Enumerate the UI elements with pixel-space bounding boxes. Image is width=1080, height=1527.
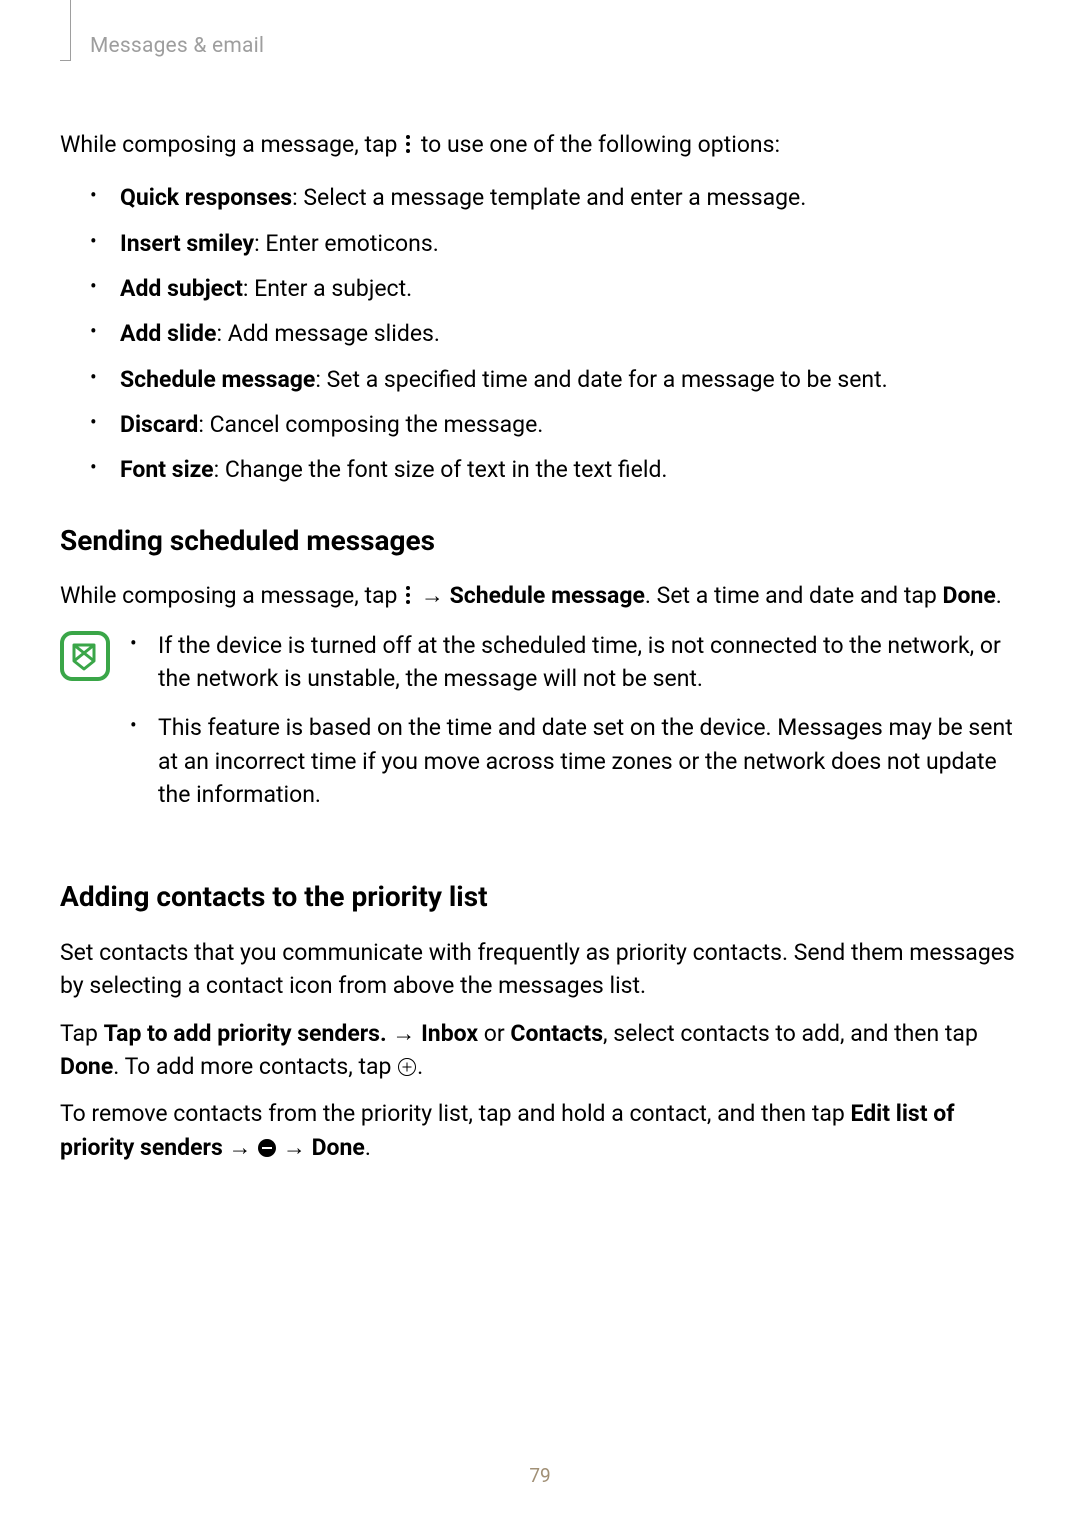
list-item: Add subject: Enter a subject. — [60, 272, 1020, 305]
p2-inbox-label: Inbox — [421, 1020, 478, 1047]
option-desc: : Select a message template and enter a … — [292, 184, 806, 211]
p2-prefix: Tap — [60, 1020, 104, 1047]
list-item: Discard: Cancel composing the message. — [60, 408, 1020, 441]
p3-end: . — [365, 1134, 371, 1161]
add-circle-icon — [397, 1057, 417, 1077]
priority-p1: Set contacts that you communicate with f… — [60, 936, 1020, 1003]
intro-prefix: While composing a message, tap — [60, 131, 403, 158]
p2-or: or — [478, 1020, 510, 1047]
option-label: Insert smiley — [120, 230, 254, 257]
option-desc: : Add message slides. — [216, 320, 440, 347]
p2-mid2: . To add more contacts, tap — [113, 1053, 397, 1080]
header-corner-mark — [60, 0, 71, 61]
list-item: Insert smiley: Enter emoticons. — [60, 227, 1020, 260]
section-header: Messages & email — [90, 34, 1020, 58]
priority-p3: To remove contacts from the priority lis… — [60, 1097, 1020, 1164]
arrow-text: → — [223, 1134, 257, 1161]
scheduled-paragraph: While composing a message, tap → Schedul… — [60, 579, 1020, 612]
heading-scheduled: Sending scheduled messages — [60, 521, 1020, 562]
option-desc: : Change the font size of text in the te… — [214, 456, 668, 483]
list-item: Add slide: Add message slides. — [60, 317, 1020, 350]
p2-contacts-label: Contacts — [510, 1020, 603, 1047]
option-desc: : Enter emoticons. — [254, 230, 439, 257]
scheduled-line-prefix: While composing a message, tap — [60, 582, 403, 609]
intro-paragraph: While composing a message, tap to use on… — [60, 128, 1020, 161]
note-item: If the device is turned off at the sched… — [126, 629, 1020, 696]
option-desc: : Set a specified time and date for a me… — [315, 366, 887, 393]
note-item: This feature is based on the time and da… — [126, 711, 1020, 811]
more-options-icon — [405, 579, 413, 612]
option-desc: : Enter a subject. — [243, 275, 412, 302]
option-label: Add subject — [120, 275, 243, 302]
option-label: Schedule message — [120, 366, 315, 393]
arrow-text: → — [415, 582, 449, 609]
p3-prefix: To remove contacts from the priority lis… — [60, 1100, 850, 1127]
scheduled-line-end: . — [996, 582, 1002, 609]
p2-done-label: Done — [60, 1053, 113, 1080]
more-options-icon — [405, 128, 413, 161]
p3-done-label: Done — [312, 1134, 365, 1161]
arrow-text: → — [387, 1020, 421, 1047]
option-label: Quick responses — [120, 184, 292, 211]
list-item: Schedule message: Set a specified time a… — [60, 363, 1020, 396]
intro-suffix: to use one of the following options: — [415, 131, 780, 158]
page-number: 79 — [0, 1464, 1080, 1487]
note-icon — [60, 631, 110, 681]
option-label: Discard — [120, 411, 198, 438]
option-label: Font size — [120, 456, 214, 483]
options-list: Quick responses: Select a message templa… — [60, 181, 1020, 486]
remove-circle-icon — [257, 1138, 277, 1158]
option-desc: : Cancel composing the message. — [198, 411, 543, 438]
done-label: Done — [943, 582, 996, 609]
option-label: Add slide — [120, 320, 216, 347]
p2-tap-label: Tap to add priority senders. — [104, 1020, 387, 1047]
arrow-text: → — [277, 1134, 311, 1161]
schedule-message-label: Schedule message — [450, 582, 645, 609]
list-item: Quick responses: Select a message templa… — [60, 181, 1020, 214]
p2-end: . — [417, 1053, 423, 1080]
p2-mid: , select contacts to add, and then tap — [603, 1020, 978, 1047]
scheduled-line-mid: . Set a time and date and tap — [645, 582, 943, 609]
note-list: If the device is turned off at the sched… — [126, 629, 1020, 828]
heading-priority: Adding contacts to the priority list — [60, 877, 1020, 918]
note-block: If the device is turned off at the sched… — [60, 629, 1020, 828]
list-item: Font size: Change the font size of text … — [60, 453, 1020, 486]
priority-p2: Tap Tap to add priority senders. → Inbox… — [60, 1017, 1020, 1084]
